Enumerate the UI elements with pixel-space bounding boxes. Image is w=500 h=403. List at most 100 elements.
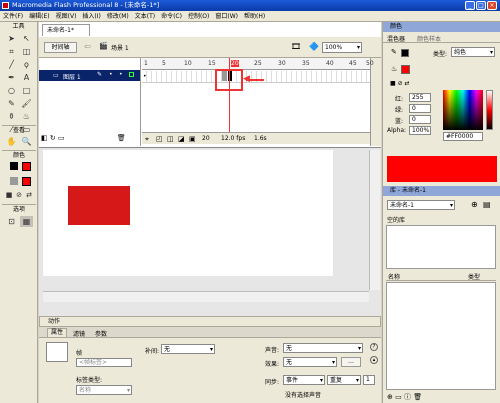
lasso-tool-icon[interactable]: ϙ — [20, 59, 33, 70]
insert-folder-icon[interactable]: ▭ — [58, 134, 65, 142]
sync-select[interactable]: 事件 — [283, 375, 325, 385]
pencil-tool-icon[interactable]: ✎ — [5, 98, 18, 109]
brush-tool-icon[interactable]: 🖌 — [20, 98, 33, 109]
timeline-scrollbar[interactable] — [370, 58, 381, 146]
menu-view[interactable]: 视图(V) — [53, 11, 80, 22]
pen-tool-icon[interactable]: ✒ — [5, 72, 18, 83]
new-library-icon[interactable]: ▤ — [483, 200, 491, 209]
frame-row[interactable]: • — [142, 71, 370, 83]
tab-color-swatches[interactable]: 颜色样本 — [417, 34, 441, 43]
expand-icon[interactable]: ▴ — [370, 356, 378, 364]
green-input[interactable]: 0 — [409, 104, 431, 113]
frame-rate[interactable]: 12.0 fps — [221, 135, 245, 142]
zoom-select[interactable]: 100% — [322, 42, 362, 53]
library-col-name[interactable]: 名称 — [388, 272, 400, 281]
subselect-tool-icon[interactable]: ↖ — [20, 33, 33, 44]
library-doc-select[interactable]: 未命名-1 — [387, 200, 455, 210]
menu-window[interactable]: 窗口(W) — [212, 11, 241, 22]
paint-bucket-tool-icon[interactable]: ♨ — [20, 111, 33, 122]
hex-input[interactable]: #FF0000 — [443, 132, 483, 141]
lock-dot-icon[interactable]: • — [119, 71, 123, 78]
snap-icon[interactable]: ⊡ — [5, 216, 18, 227]
menu-commands[interactable]: 命令(C) — [158, 11, 185, 22]
menu-help[interactable]: 帮助(H) — [241, 11, 268, 22]
onion-outline-icon[interactable]: ◫ — [167, 135, 174, 143]
sound-select[interactable]: 无 — [283, 343, 363, 353]
menu-modify[interactable]: 修改(M) — [104, 11, 132, 22]
maximize-button[interactable]: □ — [476, 1, 486, 10]
add-guide-icon[interactable]: ↻ — [50, 134, 56, 142]
effect-select[interactable]: 无 — [283, 357, 337, 367]
color-panel-header[interactable]: 颜色 — [383, 22, 500, 32]
repeat-count-input[interactable]: 1 — [363, 375, 375, 385]
tween-select[interactable]: 无 — [161, 344, 215, 354]
rectangle-tool-icon[interactable]: □ — [20, 85, 33, 96]
tab-parameters[interactable]: 参数 — [95, 329, 107, 338]
blue-input[interactable]: 0 — [409, 115, 431, 124]
keyframe-dot[interactable]: • — [143, 73, 147, 80]
fill-transform-tool-icon[interactable]: ◫ — [20, 46, 33, 57]
tab-color-mixer[interactable]: 混色器 — [387, 34, 405, 43]
fill-type-select[interactable]: 纯色 — [451, 47, 495, 57]
delete-icon[interactable]: 🗑 — [413, 393, 422, 401]
text-tool-icon[interactable]: A — [20, 72, 33, 83]
library-col-type[interactable]: 类型 — [468, 272, 480, 281]
alpha-input[interactable]: 100% — [409, 126, 431, 135]
label-type-select[interactable]: 名称 — [76, 385, 132, 395]
menu-control[interactable]: 控制(O) — [185, 11, 212, 22]
insert-layer-icon[interactable]: ◧ — [41, 134, 48, 142]
stroke-color-swatch[interactable] — [10, 162, 18, 170]
menu-insert[interactable]: 插入(I) — [79, 11, 103, 22]
library-panel-header[interactable]: 库 - 未命名-1 — [383, 186, 500, 196]
black-white-icon[interactable]: ■ — [5, 190, 13, 201]
mixer-small-icons[interactable]: ■ ⊘ ⇄ — [390, 80, 410, 87]
no-color-icon[interactable]: ⊘ — [15, 190, 23, 201]
swap-colors-icon[interactable]: ⇄ — [25, 190, 33, 201]
new-symbol-icon[interactable]: ⊕ — [387, 393, 393, 401]
red-rectangle[interactable] — [68, 186, 130, 225]
arrow-tool-icon[interactable]: ➤ — [5, 33, 18, 44]
onion-skin-icon[interactable]: ◰ — [156, 135, 163, 143]
tab-filters[interactable]: 滤镜 — [73, 329, 85, 338]
edit-sound-button[interactable]: … — [341, 357, 361, 367]
repeat-select[interactable]: 重复 — [327, 375, 361, 385]
visible-dot-icon[interactable]: • — [109, 71, 113, 78]
edit-multiple-icon[interactable]: ◪ — [178, 135, 185, 143]
actions-panel-header[interactable]: 动作 — [39, 316, 381, 327]
minimize-button[interactable]: _ — [465, 1, 475, 10]
edit-scene-icon[interactable]: 🎞 — [291, 42, 301, 51]
stage-horizontal-scrollbar[interactable] — [43, 291, 369, 302]
free-transform-tool-icon[interactable]: ⌗ — [5, 46, 18, 57]
mixer-stroke-swatch[interactable] — [401, 49, 409, 57]
library-list[interactable] — [386, 282, 496, 390]
properties-icon[interactable]: ⓘ — [404, 393, 411, 401]
brightness-slider[interactable] — [486, 90, 493, 130]
oval-tool-icon[interactable]: ○ — [5, 85, 18, 96]
document-tab[interactable]: 未命名-1* — [42, 24, 90, 36]
outline-square-icon[interactable] — [129, 72, 134, 77]
mixer-fill-swatch[interactable] — [401, 65, 410, 74]
pin-icon[interactable]: ⊕ — [471, 200, 478, 209]
delete-layer-icon[interactable]: 🗑 — [117, 134, 126, 142]
ruler-playhead[interactable]: 20 — [231, 60, 239, 67]
menu-edit[interactable]: 编辑(E) — [26, 11, 52, 22]
new-folder-icon[interactable]: ▭ — [395, 393, 402, 401]
hand-tool-icon[interactable]: ✋ — [5, 136, 18, 147]
color-spectrum[interactable] — [443, 90, 483, 130]
edit-symbol-icon[interactable]: 🔷 — [309, 42, 319, 51]
frame-name-input[interactable]: <帧标签> — [76, 358, 132, 367]
object-draw-icon[interactable]: ▦ — [20, 216, 33, 227]
fill-color-box[interactable] — [22, 177, 31, 186]
menu-file[interactable]: 文件(F) — [0, 11, 26, 22]
zoom-tool-icon[interactable]: 🔍 — [20, 136, 33, 147]
close-button[interactable]: × — [487, 1, 497, 10]
stroke-color-box[interactable] — [22, 162, 31, 171]
back-arrow-icon[interactable]: ⇦ — [84, 42, 91, 51]
red-input[interactable]: 255 — [409, 93, 431, 102]
tab-properties[interactable]: 属性 — [47, 328, 68, 338]
layer-row[interactable]: ▭ 图层 1 ✎ • • — [39, 70, 140, 81]
ink-bottle-tool-icon[interactable]: ⚱ — [5, 111, 18, 122]
stage-vertical-scrollbar[interactable] — [369, 150, 380, 290]
timeline-toggle-button[interactable]: 时间轴 — [44, 42, 77, 53]
line-tool-icon[interactable]: ╱ — [5, 59, 18, 70]
